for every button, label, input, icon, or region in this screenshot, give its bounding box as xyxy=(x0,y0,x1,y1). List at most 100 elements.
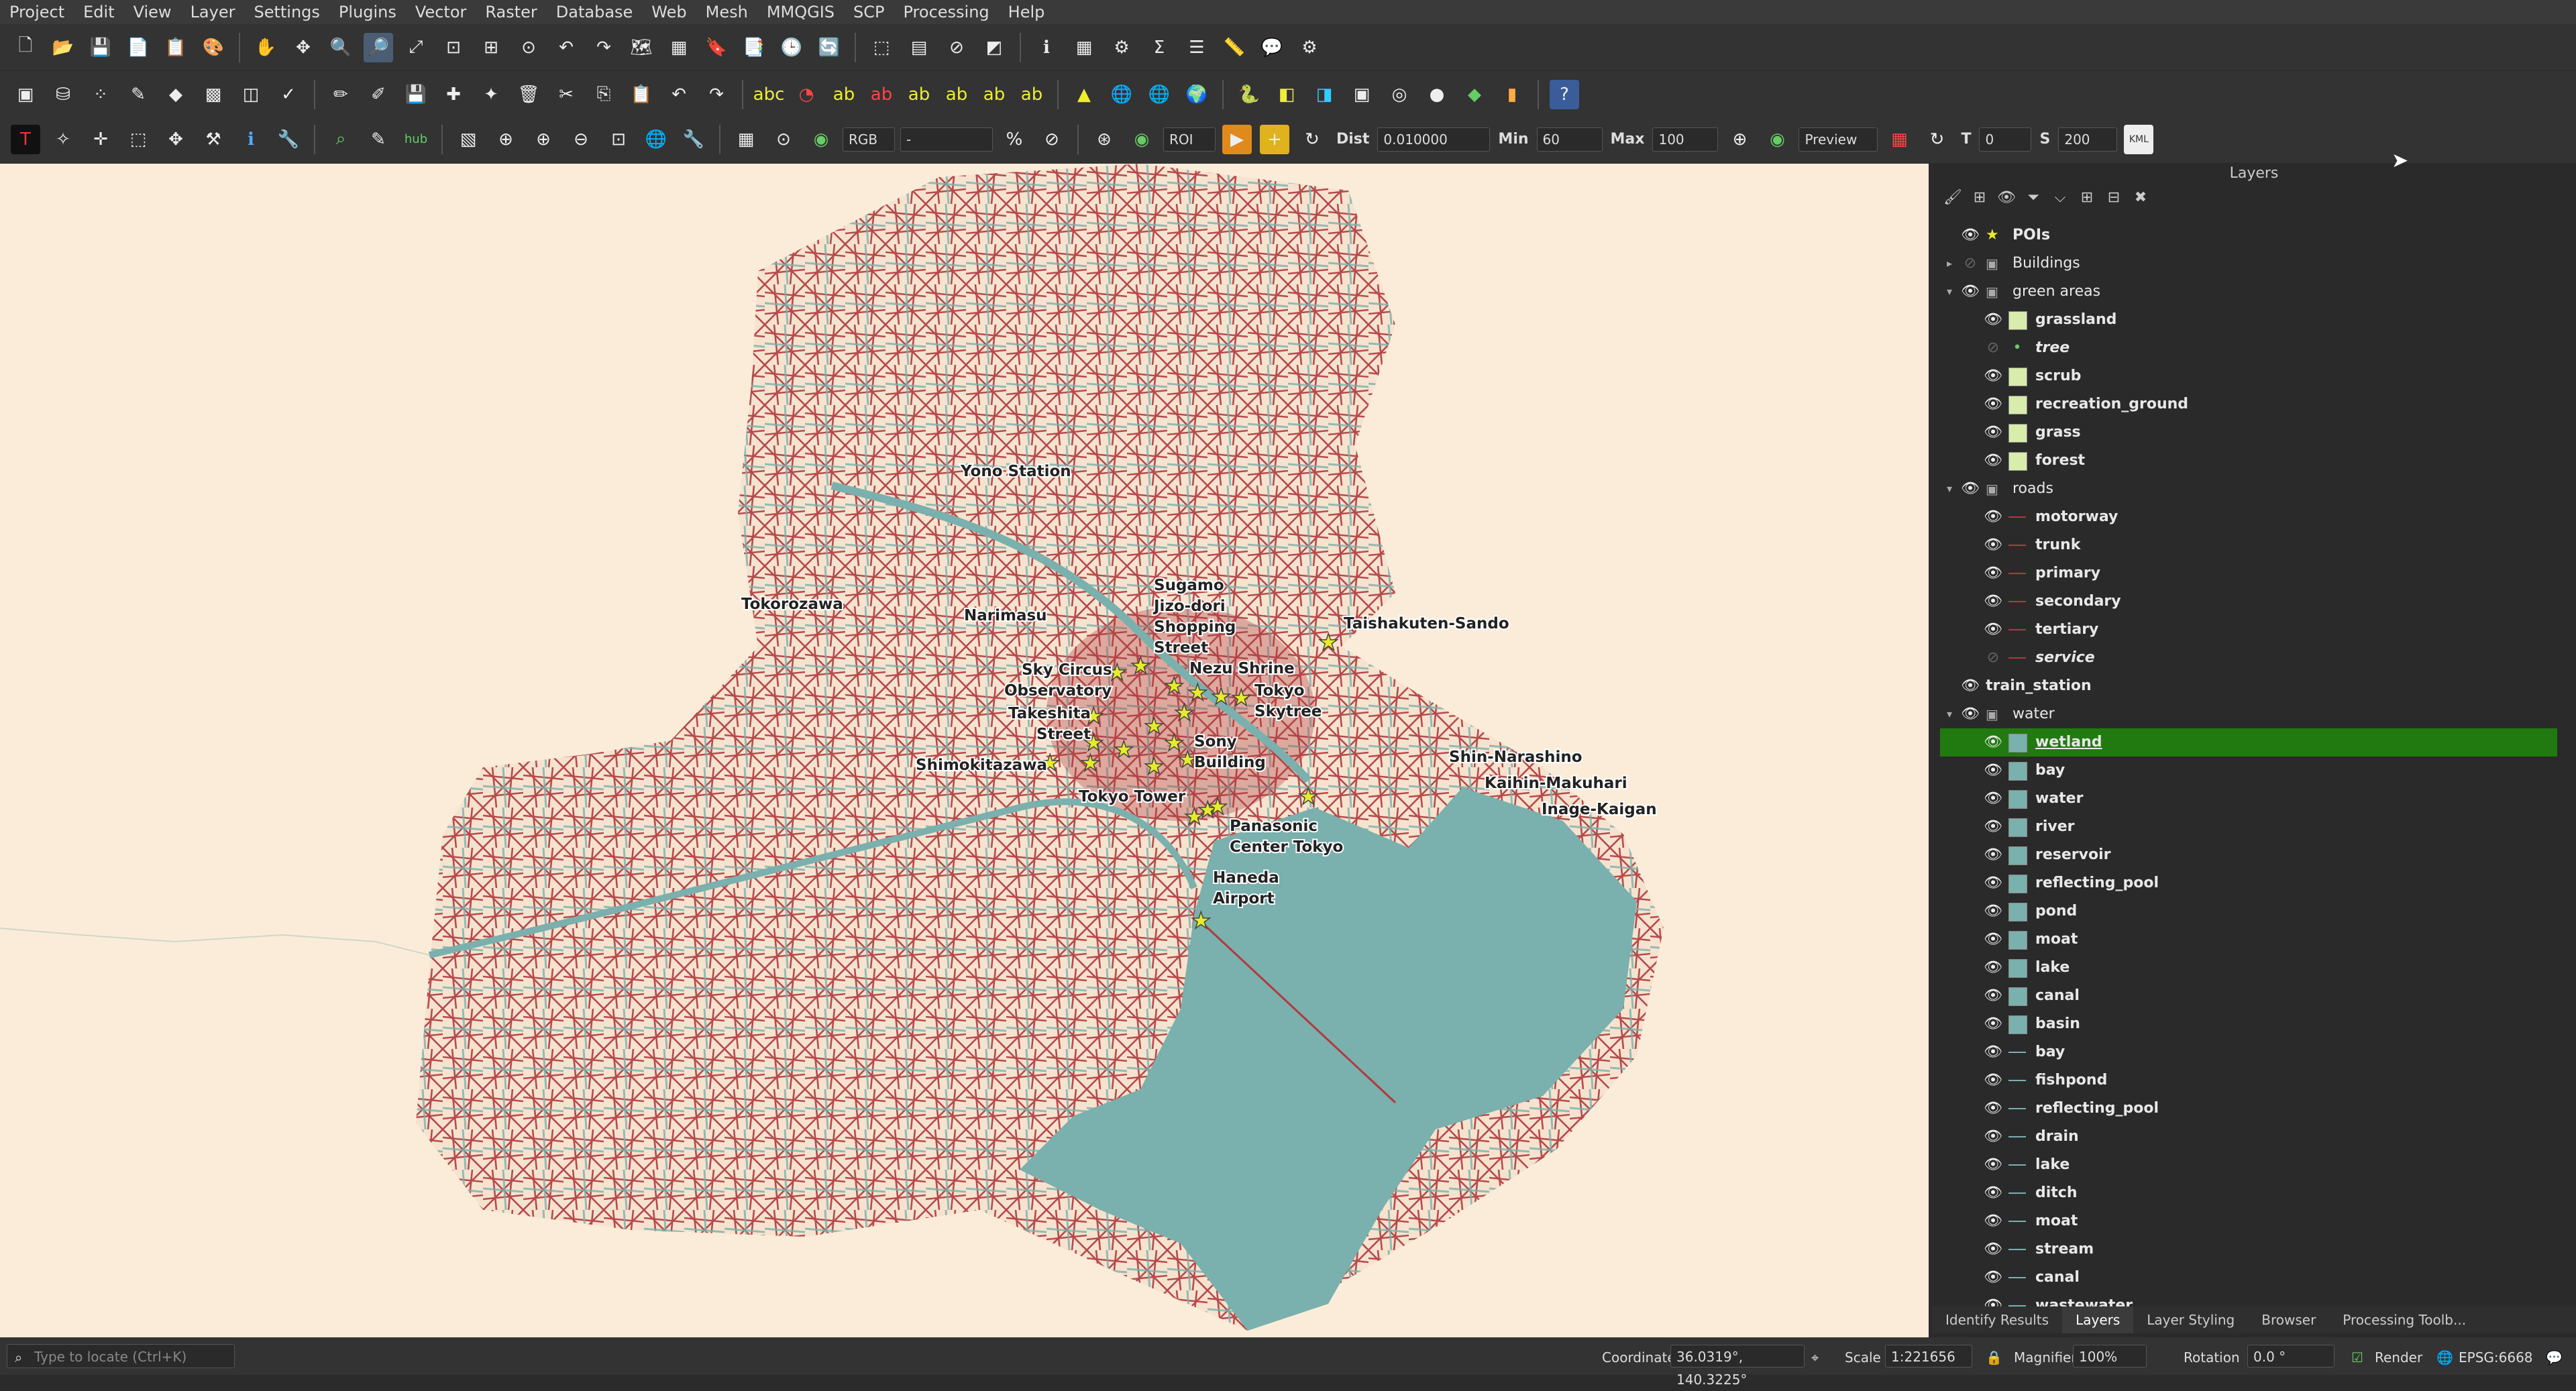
new-geopackage-layer-icon[interactable]: ⛁ xyxy=(48,80,78,109)
plugin-d-icon[interactable]: ◎ xyxy=(1385,80,1414,109)
scale-field[interactable]: 1:221656 xyxy=(1885,1345,1972,1368)
layer-row[interactable]: 👁 grassland xyxy=(1940,306,2576,334)
scp-settings-icon[interactable]: 🔧 xyxy=(679,125,708,154)
rgb-select[interactable]: RGB xyxy=(843,127,895,152)
pan-icon[interactable]: ✋ xyxy=(251,33,280,62)
save-project-icon[interactable]: 💾 xyxy=(86,33,115,62)
layer-row[interactable]: 👁 bay xyxy=(1940,757,2576,785)
layer-row[interactable]: 👁 stream xyxy=(1940,1235,2576,1264)
pin-labels-icon[interactable]: ab xyxy=(867,80,896,109)
scp-redo-icon[interactable]: ↻ xyxy=(1297,125,1327,154)
visibility-on-icon[interactable]: 👁 xyxy=(1983,1038,2003,1066)
scp-extent-icon[interactable]: ⊡ xyxy=(604,125,633,154)
visibility-on-icon[interactable]: 👁 xyxy=(1983,616,2003,644)
layer-row[interactable]: 👁 bay xyxy=(1940,1038,2576,1066)
s-input[interactable]: 200 xyxy=(2058,127,2118,152)
remove-layer-icon[interactable]: ✖ xyxy=(2131,187,2151,207)
toggle-editing-icon[interactable]: ✐ xyxy=(364,80,393,109)
deselect-features-icon[interactable]: ⊘ xyxy=(942,33,971,62)
layer-row[interactable]: 👁 forest xyxy=(1940,447,2576,475)
open-attribute-table-icon[interactable]: ▦ xyxy=(1069,33,1099,62)
save-edits-icon[interactable]: 💾 xyxy=(401,80,431,109)
visibility-on-icon[interactable]: 👁 xyxy=(1983,559,2003,588)
roi-field[interactable]: ROI xyxy=(1163,127,1216,152)
data-source-manager-icon[interactable]: ▣ xyxy=(11,80,40,109)
visibility-on-icon[interactable]: 👁 xyxy=(1983,813,2003,841)
add-feature-icon[interactable]: ✚ xyxy=(439,80,468,109)
preview-button[interactable]: Preview xyxy=(1799,127,1878,152)
expand-all-icon[interactable]: ⊞ xyxy=(2077,187,2097,207)
zoom-full-icon[interactable]: ⤢ xyxy=(401,33,431,62)
scp-roi-target-icon[interactable]: ⊛ xyxy=(1089,125,1119,154)
layer-row[interactable]: 👁 reflecting_pool xyxy=(1940,869,2576,897)
chevron-down-icon[interactable]: ▾ xyxy=(1943,475,1956,503)
poi-star[interactable]: ★ xyxy=(1079,749,1101,777)
layer-row[interactable]: 👁 tertiary xyxy=(1940,616,2576,644)
zoom-last-icon[interactable]: ↶ xyxy=(551,33,581,62)
visibility-on-icon[interactable]: 👁 xyxy=(1983,588,2003,616)
scp-tool-icon[interactable]: ⚒ xyxy=(199,125,228,154)
wms-layer-icon[interactable]: 🌐 xyxy=(1107,80,1136,109)
layer-row[interactable]: 👁 trunk xyxy=(1940,531,2576,559)
visibility-on-icon[interactable]: 👁 xyxy=(1983,841,2003,869)
layer-row[interactable]: 👁 reservoir xyxy=(1940,841,2576,869)
python-console-icon[interactable]: 🐍 xyxy=(1234,80,1264,109)
layer-row[interactable]: 👁 lake xyxy=(1940,954,2576,982)
plugin-e-icon[interactable]: ● xyxy=(1422,80,1452,109)
chevron-down-icon[interactable]: ▾ xyxy=(1943,700,1956,728)
new-project-icon[interactable]: 🗋 xyxy=(11,33,40,62)
add-vector-layer-icon[interactable]: ◆ xyxy=(161,80,191,109)
menu-processing[interactable]: Processing xyxy=(894,0,999,24)
visibility-on-icon[interactable]: 👁 xyxy=(1983,306,2003,334)
temporal-controller-icon[interactable]: 🕒 xyxy=(777,33,806,62)
scp-zoom-out-icon[interactable]: ⊖ xyxy=(566,125,596,154)
scp-roi-add-icon[interactable]: + xyxy=(1260,124,1289,154)
layer-row[interactable]: 👁 ditch xyxy=(1940,1179,2576,1207)
menu-edit[interactable]: Edit xyxy=(74,0,123,24)
wfs-layer-icon[interactable]: 🌐 xyxy=(1144,80,1174,109)
visibility-on-icon[interactable]: 👁 xyxy=(1983,1066,2003,1095)
highlight-pinned-labels-icon[interactable]: ab xyxy=(829,80,859,109)
select-features-icon[interactable]: ⬚ xyxy=(867,33,896,62)
change-label-icon[interactable]: ab xyxy=(1017,80,1046,109)
zoom-next-icon[interactable]: ↷ xyxy=(589,33,619,62)
menu-mmqgis[interactable]: MMQGIS xyxy=(757,0,844,24)
menu-settings[interactable]: Settings xyxy=(244,0,329,24)
redo-icon[interactable]: ↷ xyxy=(702,80,731,109)
layer-row[interactable]: 👁 river xyxy=(1940,813,2576,841)
layer-row[interactable]: 👁 primary xyxy=(1940,559,2576,588)
filter-expression-icon[interactable]: ⌵ xyxy=(2050,187,2070,207)
label-toolbar-icon[interactable]: abc xyxy=(753,80,785,109)
plugin-f-icon[interactable]: ◆ xyxy=(1460,80,1489,109)
max-input[interactable]: 100 xyxy=(1652,127,1719,152)
visibility-on-icon[interactable]: 👁 xyxy=(1983,447,2003,475)
new-print-layout-icon[interactable]: 📄 xyxy=(123,33,153,62)
layer-row[interactable]: ▾ 👁 ▣ roads xyxy=(1940,475,2576,503)
poi-star[interactable]: ★ xyxy=(1210,683,1232,711)
refresh-icon[interactable]: 🔄 xyxy=(814,33,844,62)
scp-preview-radio-icon[interactable]: ◉ xyxy=(1762,125,1792,154)
visibility-on-icon[interactable]: 👁 xyxy=(1983,1179,2003,1207)
panel-tab[interactable]: Layers xyxy=(2062,1306,2134,1333)
scp-zoom-roi-icon[interactable]: ⊕ xyxy=(491,125,521,154)
menu-view[interactable]: View xyxy=(124,0,181,24)
scp-magnify-icon[interactable]: ⊙ xyxy=(769,125,798,154)
visibility-on-icon[interactable]: 👁 xyxy=(1983,728,2003,757)
pan-to-selection-icon[interactable]: ✥ xyxy=(288,33,318,62)
scp-zoom-in-icon[interactable]: ⊕ xyxy=(529,125,558,154)
lock-scale-icon[interactable]: 🔒 xyxy=(1986,1349,2002,1366)
menu-layer[interactable]: Layer xyxy=(181,0,245,24)
rotation-field[interactable]: 0.0 ° xyxy=(2247,1345,2334,1368)
t-input[interactable]: 0 xyxy=(1979,127,2032,152)
statistical-summary-icon[interactable]: Σ xyxy=(1144,33,1174,62)
layer-row[interactable]: ⊘ • tree xyxy=(1940,334,2576,362)
visibility-on-icon[interactable]: 👁 xyxy=(1960,672,1980,700)
manage-visibility-icon[interactable]: 👁 xyxy=(1996,187,2017,207)
add-raster-layer-icon[interactable]: ▩ xyxy=(199,80,228,109)
poi-star[interactable]: ★ xyxy=(1113,736,1134,764)
visibility-on-icon[interactable]: 👁 xyxy=(1960,700,1980,728)
visibility-on-icon[interactable]: 👁 xyxy=(1983,1095,2003,1123)
layer-row[interactable]: 👁 fishpond xyxy=(1940,1066,2576,1095)
select-by-value-icon[interactable]: ▤ xyxy=(904,33,934,62)
style-manager-icon[interactable]: 🎨 xyxy=(199,33,228,62)
